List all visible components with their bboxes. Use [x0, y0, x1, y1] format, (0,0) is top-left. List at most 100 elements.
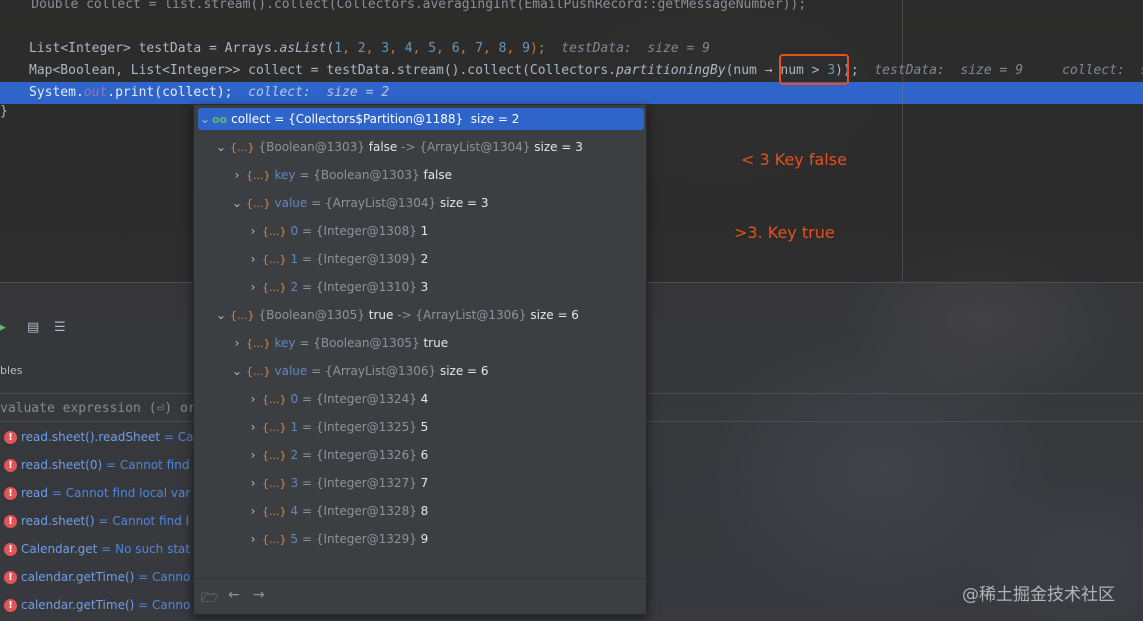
tree-row-item[interactable]: › {...} 3 = {Integer@1327} 7	[194, 469, 646, 497]
tree-root-size: size = 2	[470, 112, 520, 126]
tree-root-collect[interactable]: ⌄ oo collect = {Collectors$Partition@1188}…	[198, 108, 644, 130]
chevron-right-icon[interactable]: ›	[246, 385, 260, 413]
item-index: 0	[290, 224, 299, 238]
inline-debug-hint: testData: size = 9	[561, 41, 711, 56]
method-token: partitioningBy	[616, 63, 726, 78]
map-arrow: ->	[397, 308, 412, 322]
right-margin-guide	[902, 0, 903, 282]
chevron-down-icon[interactable]: ⌄	[214, 133, 228, 161]
item-index: 3	[290, 476, 299, 490]
watch-row[interactable]: ! calendar.getTime() = Canno	[0, 563, 200, 591]
inline-debug-hint: collect: s	[1062, 63, 1143, 78]
popup-footer: 🗁 ← →	[194, 578, 646, 614]
tree-row-item[interactable]: › {...} 1 = {Integer@1309} 2	[194, 245, 646, 273]
chevron-right-icon[interactable]: ›	[246, 245, 260, 273]
object-icon: {...}	[230, 309, 255, 322]
chevron-right-icon[interactable]: ›	[246, 413, 260, 441]
chevron-right-icon[interactable]: ›	[246, 497, 260, 525]
item-reference: {Integer@1328}	[315, 504, 417, 518]
watch-row[interactable]: ! read = Cannot find local var	[0, 479, 200, 507]
annotation-greater-than: >3. Key true	[734, 223, 835, 242]
watch-row[interactable]: ! read.sheet().readSheet = Ca	[0, 423, 200, 451]
error-icon: !	[4, 515, 17, 528]
chevron-right-icon[interactable]: ›	[246, 525, 260, 553]
folder-icon[interactable]: 🗁	[201, 587, 218, 611]
field-name: key	[274, 336, 296, 350]
chevron-down-icon[interactable]: ⌄	[230, 189, 244, 217]
tree-row-item[interactable]: › {...} 4 = {Integer@1328} 8	[194, 497, 646, 525]
code-line-testdata: List<Integer> testData = Arrays.asList(1…	[29, 41, 711, 56]
item-value: 8	[420, 504, 429, 518]
value-reference: {ArrayList@1306}	[415, 308, 527, 322]
object-icon: {...}	[262, 281, 287, 294]
tree-row-field[interactable]: › {...} key = {Boolean@1303} false	[194, 161, 646, 189]
error-icon: !	[4, 459, 17, 472]
item-index: 4	[290, 504, 299, 518]
tree-row-field-list[interactable]: ⌄ {...} value = {ArrayList@1306} size = 6	[194, 357, 646, 385]
watch-row[interactable]: ! Calendar.get = No such stat	[0, 535, 200, 563]
field-reference: {ArrayList@1306}	[325, 364, 437, 378]
chevron-right-icon[interactable]: ›	[246, 273, 260, 301]
variables-tab[interactable]: bles	[0, 364, 23, 377]
tree-row-item[interactable]: › {...} 0 = {Integer@1308} 1	[194, 217, 646, 245]
back-arrow-icon[interactable]: ←	[228, 587, 240, 603]
equals-sign: =	[311, 364, 322, 378]
value-reference: {ArrayList@1304}	[419, 140, 531, 154]
console-icon[interactable]: ▤	[27, 320, 39, 335]
type-token: List	[29, 41, 61, 56]
watch-row[interactable]: ! read.sheet(0) = Cannot find	[0, 451, 200, 479]
item-reference: {Integer@1325}	[315, 420, 417, 434]
annotation-less-than: < 3 Key false	[741, 150, 847, 169]
tree-row-item[interactable]: › {...} 1 = {Integer@1325} 5	[194, 413, 646, 441]
resume-icon[interactable]: ▶	[0, 320, 6, 335]
item-reference: {Integer@1326}	[315, 448, 417, 462]
error-icon: !	[4, 431, 17, 444]
watch-row[interactable]: ! calendar.getTime() = Canno	[0, 591, 200, 619]
code-line-partition: Map<Boolean, List<Integer>> collect = te…	[29, 60, 1143, 82]
size-label: size = 3	[534, 140, 583, 154]
map-arrow: ->	[401, 140, 416, 154]
tree-row-item[interactable]: › {...} 2 = {Integer@1326} 6	[194, 441, 646, 469]
item-reference: {Integer@1327}	[315, 476, 417, 490]
error-icon: !	[4, 543, 17, 556]
threads-list-icon[interactable]: ☰	[54, 320, 66, 335]
object-icon: {...}	[262, 533, 287, 546]
field-name: key	[274, 168, 296, 182]
inline-debug-hint: collect: size = 2	[248, 85, 390, 100]
object-icon: {...}	[262, 225, 287, 238]
object-icon: {...}	[230, 141, 255, 154]
declaration-token: Map<Boolean, List<Integer>> collect = te…	[29, 63, 616, 78]
tree-row-field[interactable]: › {...} key = {Boolean@1305} true	[194, 329, 646, 357]
watermark: @稀土掘金技术社区	[962, 585, 1115, 605]
item-index: 0	[290, 392, 299, 406]
code-line-current[interactable]: System.out.print(collect); collect: size…	[0, 82, 1143, 104]
tree-row-item[interactable]: › {...} 5 = {Integer@1329} 9	[194, 525, 646, 553]
watch-row[interactable]: ! read.sheet() = Cannot find l	[0, 507, 200, 535]
item-index: 2	[290, 448, 299, 462]
chevron-down-icon[interactable]: ⌄	[198, 108, 212, 130]
chevron-down-icon[interactable]: ⌄	[230, 357, 244, 385]
item-value: 2	[420, 252, 429, 266]
chevron-right-icon[interactable]: ›	[246, 441, 260, 469]
key-reference: {Boolean@1305}	[258, 308, 365, 322]
chevron-right-icon[interactable]: ›	[230, 329, 244, 357]
tree-row-item[interactable]: › {...} 0 = {Integer@1324} 4	[194, 385, 646, 413]
tree-row-field-list[interactable]: ⌄ {...} value = {ArrayList@1304} size = 3	[194, 189, 646, 217]
chevron-right-icon[interactable]: ›	[246, 217, 260, 245]
field-reference: {ArrayList@1304}	[325, 196, 437, 210]
equals-sign: =	[301, 476, 313, 490]
closing-brace: }	[0, 104, 8, 119]
item-reference: {Integer@1308}	[315, 224, 417, 238]
forward-arrow-icon[interactable]: →	[253, 587, 265, 603]
debug-value-popup[interactable]: ⌄ oo collect = {Collectors$Partition@1188}…	[193, 104, 647, 615]
chevron-right-icon[interactable]: ›	[230, 161, 244, 189]
item-value: 9	[420, 532, 429, 546]
tree-row-entry[interactable]: ⌄ {...} {Boolean@1303} false -> {ArrayList…	[194, 133, 646, 161]
tree-row-item[interactable]: › {...} 2 = {Integer@1310} 3	[194, 273, 646, 301]
tree-row-entry[interactable]: ⌄ {...} {Boolean@1305} true -> {ArrayList@…	[194, 301, 646, 329]
error-icon: !	[4, 487, 17, 500]
chevron-down-icon[interactable]: ⌄	[214, 301, 228, 329]
object-icon: {...}	[246, 197, 271, 210]
chevron-right-icon[interactable]: ›	[246, 469, 260, 497]
object-icon: {...}	[262, 421, 287, 434]
